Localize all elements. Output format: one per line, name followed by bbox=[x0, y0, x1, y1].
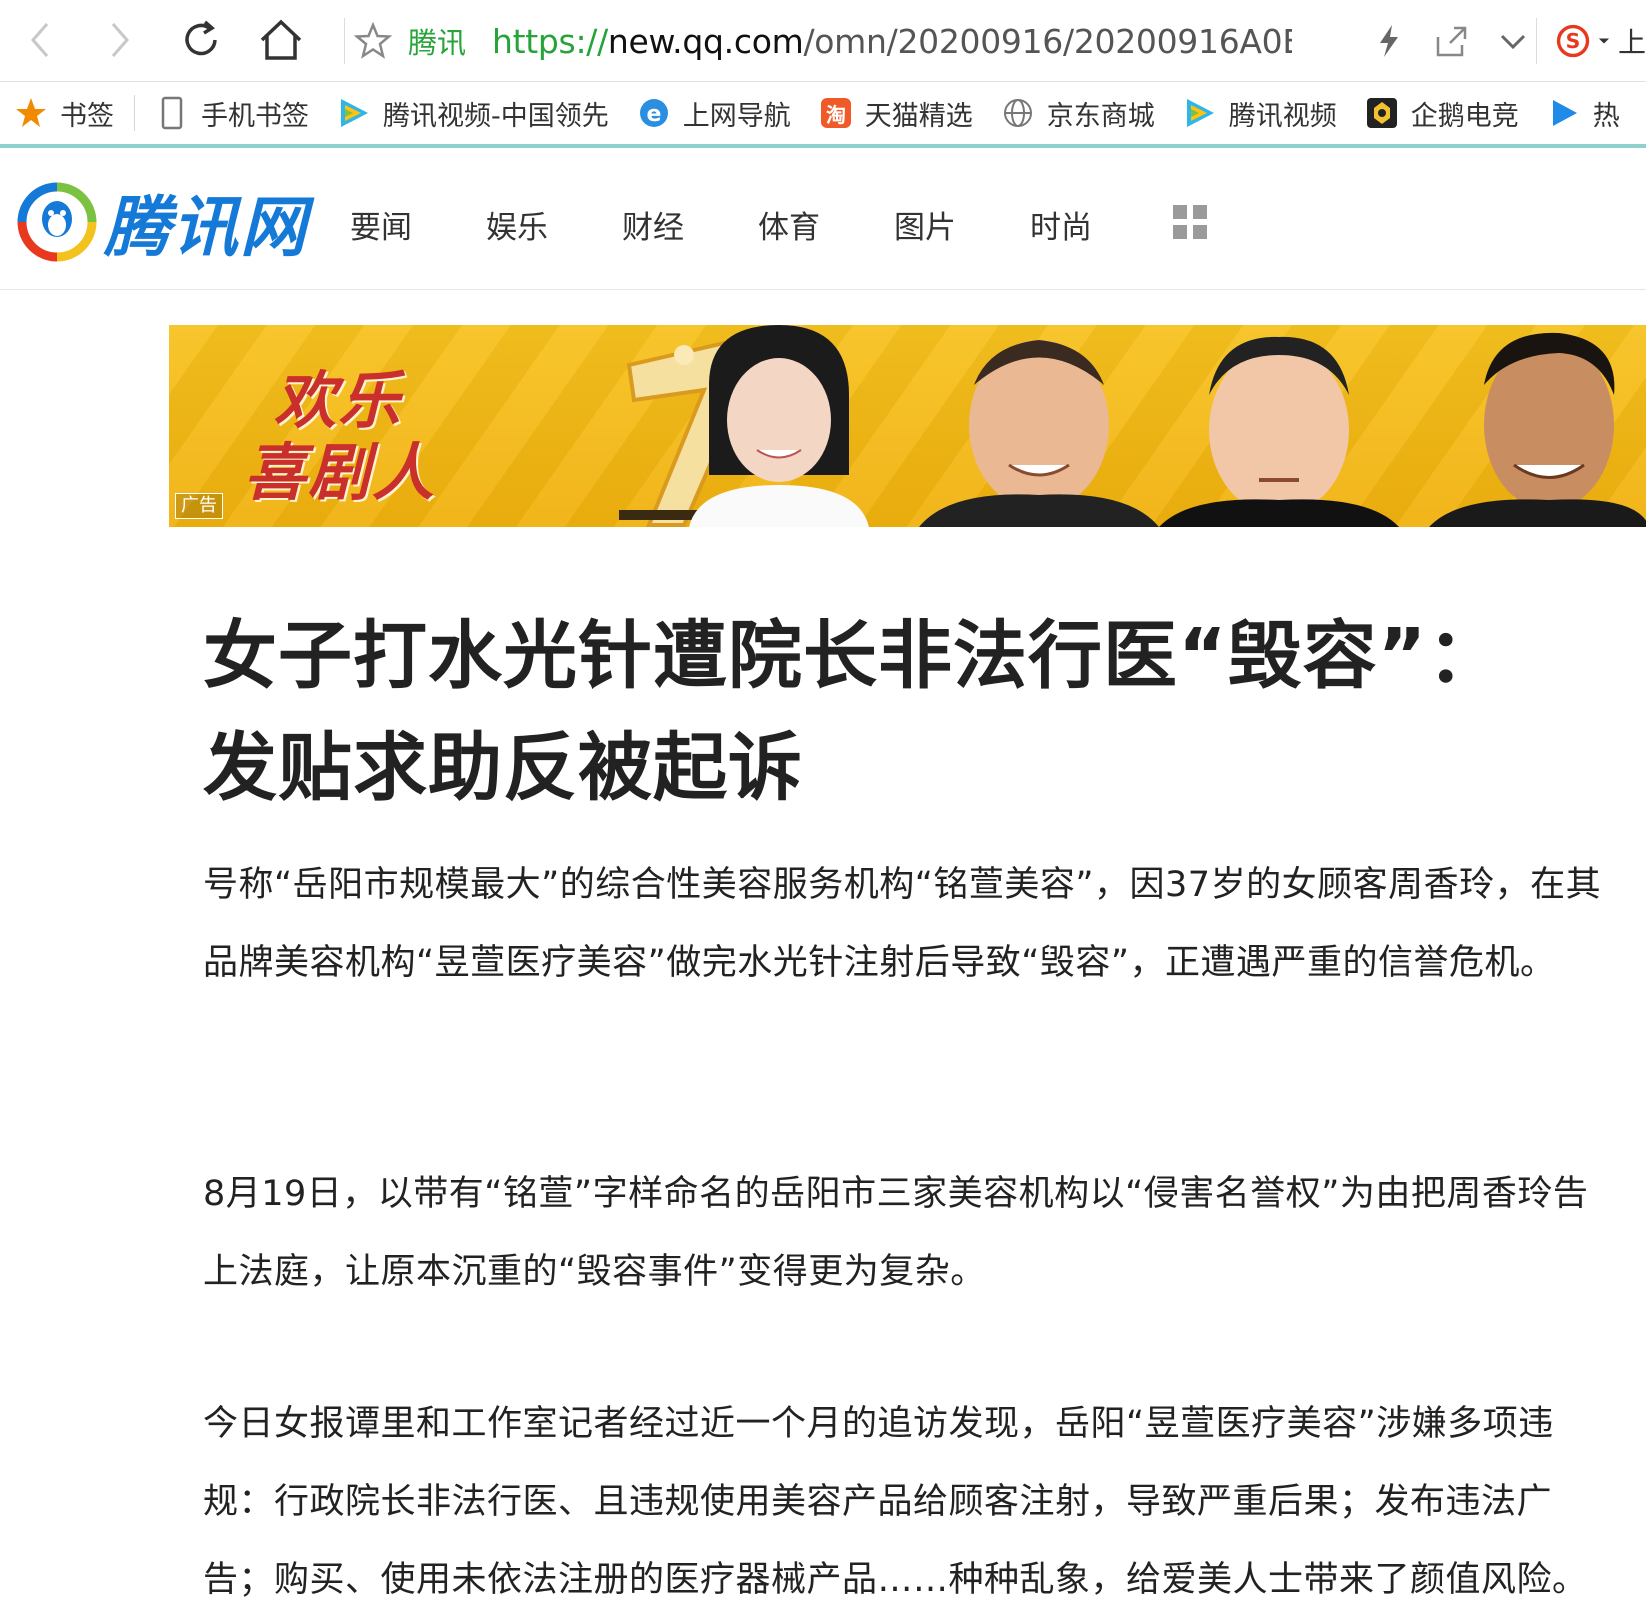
bookmark-label: 上网导航 bbox=[682, 100, 791, 132]
bookmark-item-tencent-video[interactable]: 腾讯视频 bbox=[1169, 82, 1351, 144]
bookmark-label: 京东商城 bbox=[1046, 100, 1155, 132]
bookmark-label: 企鹅电竞 bbox=[1410, 100, 1519, 132]
article-paragraph: 号称“岳阳市规模最大”的综合性美容服务机构“铭萱美容”，因37岁的女顾客周香玲，… bbox=[203, 865, 1602, 983]
site-logo-text: 腾讯网 bbox=[104, 189, 308, 266]
toolbar-divider bbox=[1536, 18, 1537, 64]
headline-line2: 发贴求助反被起诉 bbox=[203, 725, 803, 811]
overflow-label: 上 bbox=[1617, 26, 1646, 59]
bookmark-item-tmall[interactable]: 淘 天猫精选 bbox=[805, 82, 987, 144]
home-button[interactable] bbox=[255, 14, 307, 66]
bookmark-label: 书签 bbox=[60, 100, 114, 132]
bookmark-item-mobile[interactable]: 手机书签 bbox=[141, 82, 323, 144]
penguin-esports-icon bbox=[1365, 96, 1399, 130]
toolbar-divider bbox=[344, 18, 345, 64]
site-identity-label: 腾讯 bbox=[408, 26, 467, 60]
ie-icon: e bbox=[637, 96, 671, 130]
back-button[interactable] bbox=[14, 14, 66, 66]
bookmark-item-hot[interactable]: 热 bbox=[1533, 82, 1634, 144]
url-text[interactable]: https://new.qq.com/omn/20200916/20200916… bbox=[492, 22, 1292, 61]
article-paragraph: 8月19日，以带有“铭萱”字样命名的岳阳市三家美容机构以“侵害名誉权”为由把周香… bbox=[203, 1174, 1589, 1292]
bookmark-label: 天猫精选 bbox=[864, 100, 973, 132]
reload-button[interactable] bbox=[175, 14, 227, 66]
banner-title: 欢乐 喜剧人 bbox=[244, 364, 436, 509]
sogou-logo-icon: S bbox=[1556, 24, 1590, 58]
tao-icon: 淘 bbox=[819, 96, 853, 130]
chevron-right-icon bbox=[111, 23, 129, 57]
bookmark-item-penguin-esports[interactable]: 企鹅电竞 bbox=[1351, 82, 1533, 144]
bookmark-label: 腾讯视频 bbox=[1228, 100, 1337, 132]
bookmark-item-jd[interactable]: 京东商城 bbox=[987, 82, 1169, 144]
tencent-logo-icon bbox=[17, 182, 97, 262]
more-menu-grid-icon[interactable] bbox=[1173, 205, 1207, 239]
url-host: new.qq.com bbox=[607, 21, 804, 61]
bookmark-label: 手机书签 bbox=[201, 100, 309, 132]
banner-person-2 bbox=[919, 340, 1159, 527]
svg-text:e: e bbox=[646, 102, 661, 127]
headline-line1: 女子打水光针遭院长非法行医“毁容”： bbox=[203, 613, 1503, 699]
bookmark-item-tencent-video-cn[interactable]: 腾讯视频-中国领先 bbox=[323, 82, 623, 144]
share-icon[interactable] bbox=[1432, 23, 1468, 59]
nav-item-fashion[interactable]: 时尚 bbox=[1030, 202, 1092, 247]
article-paragraph: 今日女报谭里和工作室记者经过近一个月的追访发现，岳阳“昱萱医疗美容”涉嫌多项违规… bbox=[203, 1404, 1588, 1600]
svg-text:淘: 淘 bbox=[826, 103, 846, 127]
tencent-video-icon bbox=[1183, 96, 1217, 130]
caret-down-icon bbox=[1598, 38, 1610, 44]
bookmarks-bar: 书签 手机书签 腾讯视频-中国领先 e 上网导航 淘 天猫精选 京东商城 腾讯视… bbox=[0, 82, 1646, 148]
article: 女子打水光针遭院长非法行医“毁容”： 发贴求助反被起诉 号称“岳阳市规模最大”的… bbox=[203, 600, 1613, 1600]
ad-label: 广告 bbox=[175, 493, 223, 519]
chevron-left-icon bbox=[31, 23, 49, 57]
nav-item-entertainment[interactable]: 娱乐 bbox=[486, 202, 548, 247]
site-logo[interactable]: 腾讯网 bbox=[16, 174, 308, 270]
site-header: 腾讯网 要闻 娱乐 财经 体育 图片 时尚 bbox=[0, 152, 1646, 290]
browser-toolbar: 腾讯 https://new.qq.com/omn/20200916/20200… bbox=[0, 0, 1646, 82]
bookmark-separator bbox=[134, 95, 135, 131]
bookmark-label: 热 bbox=[1592, 100, 1620, 132]
banner-person-1 bbox=[689, 325, 869, 527]
url-scheme: https:// bbox=[492, 21, 608, 61]
star-icon bbox=[14, 96, 48, 130]
bookmark-label: 腾讯视频-中国领先 bbox=[383, 100, 609, 132]
address-bar-icons bbox=[1374, 8, 1530, 74]
video-play-icon bbox=[1547, 96, 1581, 130]
svg-text:S: S bbox=[1566, 29, 1581, 53]
lightning-icon[interactable] bbox=[1374, 23, 1404, 59]
phone-icon bbox=[155, 96, 189, 130]
bookmark-item-navigation[interactable]: e 上网导航 bbox=[623, 82, 805, 144]
nav-item-news[interactable]: 要闻 bbox=[350, 202, 412, 247]
home-icon bbox=[260, 19, 302, 60]
address-bar[interactable]: 腾讯 https://new.qq.com/omn/20200916/20200… bbox=[350, 8, 1530, 74]
sogou-menu-button[interactable]: S 上 bbox=[1556, 18, 1646, 64]
banner-title-line2: 喜剧人 bbox=[244, 436, 437, 509]
bookmark-item-bookmarks[interactable]: 书签 bbox=[0, 82, 128, 144]
tencent-video-icon bbox=[337, 96, 371, 130]
chevron-down-icon[interactable] bbox=[1496, 24, 1530, 58]
banner-person-4 bbox=[1429, 332, 1646, 527]
nav-item-finance[interactable]: 财经 bbox=[622, 202, 684, 247]
main-nav: 要闻 娱乐 财经 体育 图片 时尚 bbox=[350, 202, 1166, 247]
reload-icon bbox=[185, 20, 217, 56]
ad-banner[interactable]: 欢乐 喜剧人 广告 bbox=[169, 325, 1646, 527]
banner-title-line1: 欢乐 bbox=[274, 364, 403, 437]
nav-item-pictures[interactable]: 图片 bbox=[894, 202, 956, 247]
url-path: /omn/20200916/20200916A0EF4A bbox=[803, 21, 1292, 61]
bookmark-star-icon[interactable] bbox=[350, 22, 396, 60]
nav-item-sports[interactable]: 体育 bbox=[758, 202, 820, 247]
globe-icon bbox=[1001, 96, 1035, 130]
banner-person-3 bbox=[1159, 336, 1399, 527]
forward-button[interactable] bbox=[94, 14, 146, 66]
article-headline: 女子打水光针遭院长非法行医“毁容”： 发贴求助反被起诉 bbox=[203, 600, 1613, 824]
